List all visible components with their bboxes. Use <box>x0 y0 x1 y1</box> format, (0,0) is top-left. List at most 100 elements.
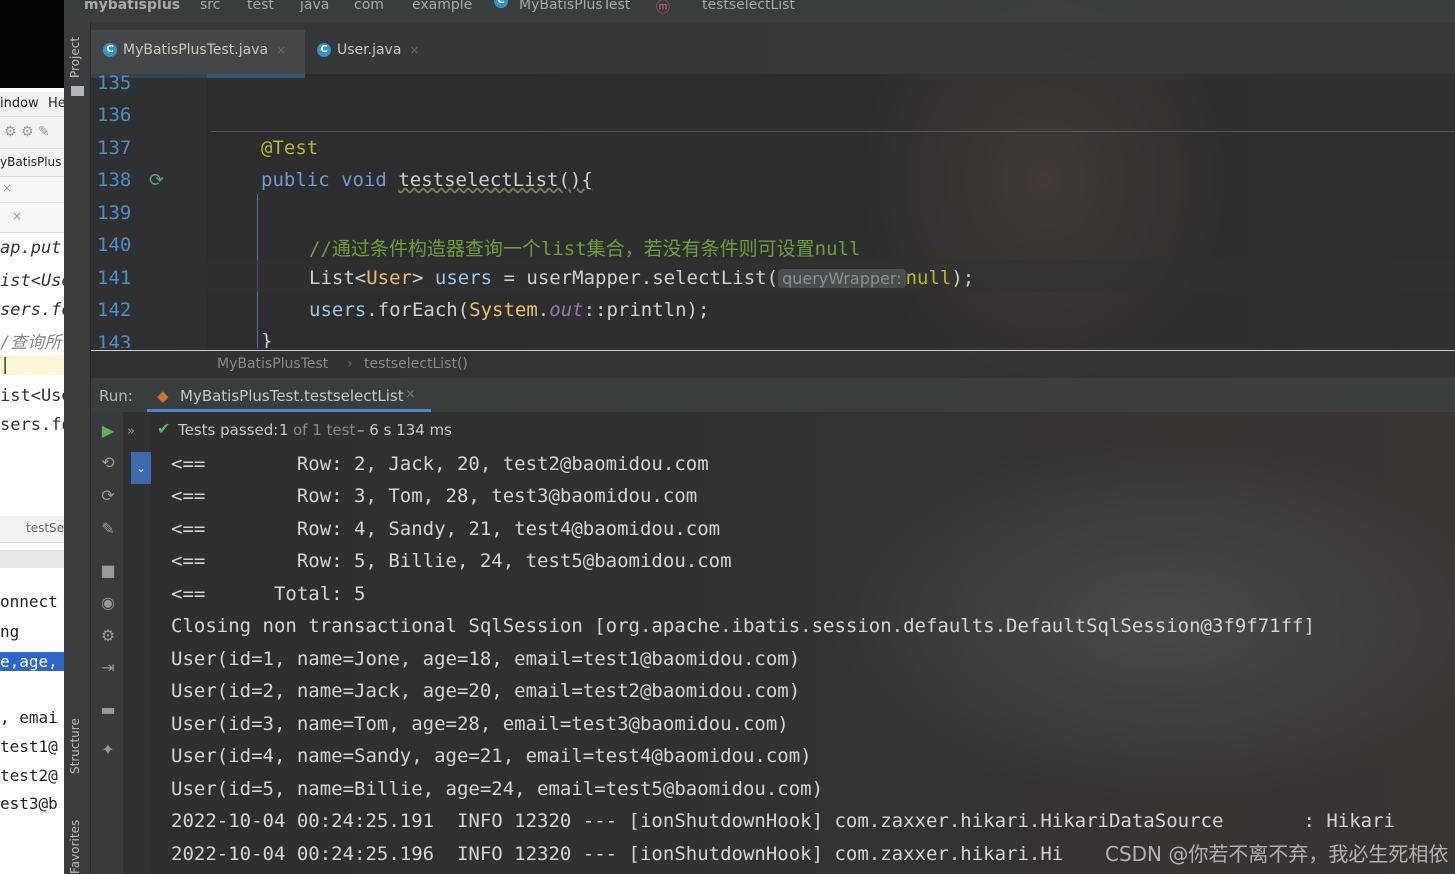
console-line: User(id=3, name=Tom, age=28, email=test3… <box>171 713 789 735</box>
left-code-line: sers.fo <box>0 300 64 320</box>
nav-project[interactable]: mybatisplus <box>84 0 180 13</box>
variable: users <box>434 267 493 289</box>
breadcrumb-method[interactable]: testselectList() <box>364 356 468 372</box>
type-name: List <box>309 267 355 289</box>
console-line: User(id=2, name=Jack, age=20, email=test… <box>171 680 801 702</box>
tab-user[interactable]: C User.java × <box>305 30 435 74</box>
run-config-tab[interactable]: MyBatisPlusTest.testselectList <box>180 387 404 405</box>
rerun-failed-icon[interactable]: ⟲ <box>99 454 117 472</box>
close-icon[interactable]: × <box>409 43 419 57</box>
left-code-line: ist<Use <box>0 386 64 406</box>
console-output[interactable]: <== Row: 2, Jack, 20, test2@baomidou.com… <box>151 448 1455 874</box>
generic-close: > <box>411 267 435 289</box>
test-tree-panel: » ⌄ <box>123 412 151 874</box>
line-number: 140 <box>97 234 132 256</box>
nav-src[interactable]: src <box>200 0 220 13</box>
breadcrumb-class[interactable]: MyBatisPlusTest <box>217 356 328 372</box>
annotation: @Test <box>261 137 319 159</box>
run-test-icon[interactable]: ⟳ <box>149 170 164 191</box>
navigation-bar: mybatisplus src test java com example C … <box>64 0 1455 22</box>
camera-icon[interactable]: ◉ <box>99 594 117 612</box>
method-signature: testselectList(){ <box>398 169 593 191</box>
close-icon[interactable]: × <box>2 181 12 195</box>
line-number: 137 <box>97 137 132 159</box>
structure-tool-label[interactable]: Structure <box>68 718 82 774</box>
gear-icon[interactable]: ⚙ <box>99 627 117 645</box>
exit-icon[interactable]: ⇥ <box>99 659 117 677</box>
tab-label: User.java <box>337 42 402 58</box>
project-name[interactable]: yBatisPlus <box>0 155 61 169</box>
test-status-line: ✔ Tests passed: 1 of 1 test – 6 s 134 ms <box>123 412 1455 448</box>
nav-method[interactable]: testselectList <box>702 0 795 13</box>
test-config-icon: ◆ <box>157 387 169 405</box>
run-toolwindow-header: Run: ◆ MyBatisPlusTest.testselectList × <box>91 378 1455 412</box>
code-editor[interactable]: 135 136 137 138 139 140 141 142 143 ⟳ @T… <box>91 74 1455 348</box>
left-code-line: ist<Use <box>0 271 64 291</box>
project-tool-label[interactable]: Project <box>68 37 82 78</box>
pin-icon[interactable]: ✦ <box>99 741 117 759</box>
nav-com[interactable]: com <box>354 0 384 13</box>
wrench-icon[interactable]: ✎ <box>99 520 117 538</box>
nav-class[interactable]: MyBatisPlusTest <box>519 0 630 13</box>
favorites-tool-label[interactable]: Favorites <box>68 820 82 874</box>
nav-test[interactable]: test <box>247 0 274 13</box>
console-line: <== Row: 5, Billie, 24, test5@baomidou.c… <box>171 550 732 572</box>
static-field: out <box>549 299 584 321</box>
nav-example[interactable]: example <box>412 0 472 13</box>
method-separator <box>211 131 1455 132</box>
toolbar-strip: ⚙ ⚙ ✎ <box>0 118 64 149</box>
editor-tabs: C MyBatisPlusTest.java × C User.java × <box>91 22 1455 78</box>
line-number: 139 <box>97 202 132 224</box>
close-icon[interactable]: × <box>12 209 22 223</box>
console-line: 2022-10-04 00:24:25.196 INFO 12320 --- [… <box>171 843 1064 865</box>
nav-java[interactable]: java <box>300 0 329 13</box>
keyword: void <box>341 169 387 191</box>
console-line: <== Row: 3, Tom, 28, test3@baomidou.com <box>171 485 698 507</box>
duration: – 6 s 134 ms <box>357 421 452 439</box>
left-code-line: /查询所 <box>0 333 62 353</box>
run-label: Run: <box>99 387 133 405</box>
console-line: Closing non transactional SqlSession [or… <box>171 615 1315 637</box>
rerun-icon[interactable]: ▶ <box>99 422 117 440</box>
line-number: 136 <box>97 104 132 126</box>
left-crumb-strip: testSe <box>0 516 64 543</box>
close-icon[interactable]: × <box>405 387 416 402</box>
generic-open: < <box>354 267 367 289</box>
parameter-hint: queryWrapper: <box>778 269 906 288</box>
line-number: 135 <box>97 74 132 94</box>
left-console-line: onnect <box>0 592 58 611</box>
left-code-line: ap.put( <box>0 238 64 258</box>
folder-icon[interactable] <box>71 86 84 96</box>
passed-count: 1 <box>279 421 289 439</box>
console-line: <== Row: 2, Jack, 20, test2@baomidou.com <box>171 453 709 475</box>
console-line: User(id=1, name=Jone, age=18, email=test… <box>171 648 801 670</box>
chevron-down-icon[interactable]: ⌄ <box>131 452 151 484</box>
tab-strip: × <box>0 178 64 203</box>
keyword: public <box>261 169 330 191</box>
console-line: User(id=5, name=Billie, age=24, email=te… <box>171 778 824 800</box>
tab-mybatisplustest[interactable]: C MyBatisPlusTest.java × <box>91 30 305 78</box>
toggle-auto-test-icon[interactable]: ⟳ <box>99 487 117 505</box>
code-line: List<User> users = userMapper.selectList… <box>309 267 974 289</box>
tab-strip-2: × <box>0 204 64 233</box>
left-tool-sidebar: Project Structure Favorites <box>64 22 91 874</box>
console-line: <== Total: 5 <box>171 583 366 605</box>
toolbar-icons[interactable]: ⚙ ⚙ ✎ <box>4 124 50 140</box>
layout-icon[interactable]: ▬ <box>99 701 117 719</box>
menu-window[interactable]: indow <box>0 96 39 111</box>
close-icon[interactable]: × <box>276 43 286 57</box>
background-window: indow He ⚙ ⚙ ✎ yBatisPlus × × ap.put( is… <box>0 0 64 874</box>
stop-icon[interactable]: ■ <box>99 562 117 580</box>
variable: users <box>309 299 367 321</box>
total-count: of 1 test <box>293 421 356 439</box>
method-icon: ⓜ <box>656 0 670 16</box>
left-code-line: sers.fo <box>0 415 64 435</box>
run-toolbar: ▶ ⟲ ⟳ ✎ ■ ◉ ⚙ ⇥ ▬ ✦ <box>91 412 123 874</box>
code-line: public void testselectList(){ <box>261 169 593 191</box>
menu-help[interactable]: He <box>48 96 64 111</box>
left-crumb[interactable]: testSe <box>26 521 64 535</box>
line-number: 138 <box>97 169 132 191</box>
left-console-line: test1@ <box>0 737 58 756</box>
type-name: User <box>366 267 412 289</box>
method-ref: ::println); <box>583 299 710 321</box>
